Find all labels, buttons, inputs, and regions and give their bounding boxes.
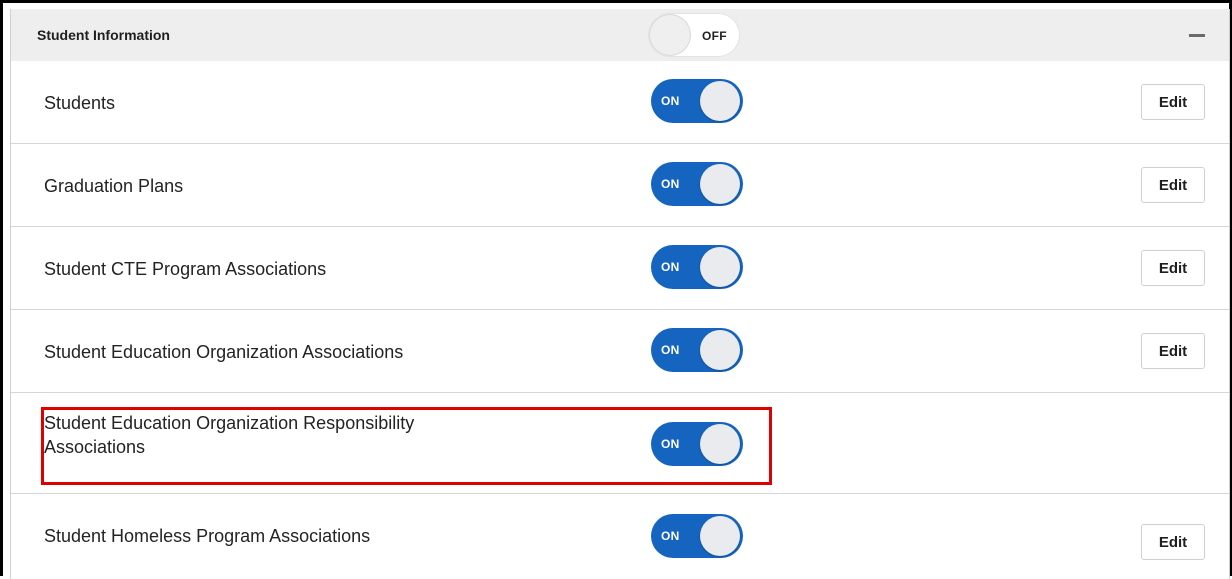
toggle-knob xyxy=(700,516,740,556)
section-title: Student Information xyxy=(37,27,170,43)
resource-row-student-homeless-program-associations: Student Homeless Program Associations ON… xyxy=(11,494,1229,577)
toggle-state-label: ON xyxy=(661,343,680,357)
section-header: Student Information OFF xyxy=(11,9,1229,61)
minus-icon[interactable] xyxy=(1189,34,1205,37)
toggle-knob xyxy=(700,424,740,464)
toggle-knob xyxy=(700,164,740,204)
toggle-state-label: ON xyxy=(661,94,680,108)
row-toggle[interactable]: ON xyxy=(651,514,743,558)
resource-row-student-cte-program-associations: Student CTE Program Associations ON Edit xyxy=(11,227,1229,310)
resource-row-graduation-plans: Graduation Plans ON Edit xyxy=(11,144,1229,227)
row-label: Student Education Organization Responsib… xyxy=(44,413,415,457)
row-label: Graduation Plans xyxy=(44,176,184,196)
row-toggle[interactable]: ON xyxy=(651,328,743,372)
edit-button[interactable]: Edit xyxy=(1141,524,1205,560)
toggle-knob xyxy=(700,247,740,287)
toggle-state-label: ON xyxy=(661,260,680,274)
resource-row-students: Students ON Edit xyxy=(11,61,1229,144)
row-toggle[interactable]: ON xyxy=(651,422,743,466)
student-information-panel: Student Information OFF Students ON Edit… xyxy=(10,9,1230,579)
row-label: Student CTE Program Associations xyxy=(44,259,327,279)
row-toggle[interactable]: ON xyxy=(651,79,743,123)
edit-button[interactable]: Edit xyxy=(1141,250,1205,286)
toggle-state-label: ON xyxy=(661,177,680,191)
edit-button[interactable]: Edit xyxy=(1141,84,1205,120)
toggle-knob xyxy=(650,15,690,55)
resource-row-student-education-organization-responsibility-associations: Student Education Organization Responsib… xyxy=(11,393,1229,494)
row-label: Student Homeless Program Associations xyxy=(44,526,371,546)
toggle-state-label: OFF xyxy=(702,29,727,43)
toggle-knob xyxy=(700,330,740,370)
resource-row-student-education-organization-associations: Student Education Organization Associati… xyxy=(11,310,1229,393)
row-label: Student Education Organization Associati… xyxy=(44,342,404,362)
toggle-knob xyxy=(700,81,740,121)
toggle-state-label: ON xyxy=(661,437,680,451)
screenshot-frame: Student Information OFF Students ON Edit… xyxy=(0,0,1232,579)
row-label: Students xyxy=(44,93,116,113)
toggle-state-label: ON xyxy=(661,529,680,543)
row-toggle[interactable]: ON xyxy=(651,245,743,289)
edit-button[interactable]: Edit xyxy=(1141,333,1205,369)
edit-button[interactable]: Edit xyxy=(1141,167,1205,203)
section-master-toggle[interactable]: OFF xyxy=(648,13,740,57)
row-toggle[interactable]: ON xyxy=(651,162,743,206)
